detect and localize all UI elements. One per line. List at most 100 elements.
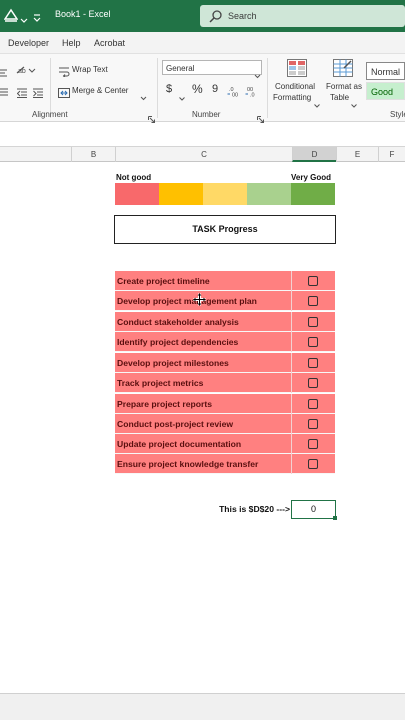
style-normal[interactable]: Normal [366, 62, 405, 80]
task-label: Conduct stakeholder analysis [117, 317, 239, 327]
conditional-formatting-button-line2[interactable]: Formatting [273, 93, 311, 102]
task-checkbox[interactable] [308, 439, 318, 449]
tab-acrobat[interactable]: Acrobat [94, 38, 125, 48]
cell-divider [291, 312, 292, 332]
task-row[interactable]: Develop project management plan [115, 291, 335, 311]
comma-style-button[interactable]: 9 [212, 83, 218, 95]
excel-app-icon[interactable] [3, 7, 19, 28]
merge-center-button[interactable]: Merge & Center [72, 86, 128, 95]
task-checkbox[interactable] [308, 399, 318, 409]
number-group-label: Number [192, 110, 221, 119]
task-checkbox[interactable] [308, 317, 318, 327]
chevron-down-icon [351, 95, 357, 113]
task-row[interactable]: Ensure project knowledge transfer [115, 454, 335, 474]
column-header-d[interactable]: D [292, 147, 336, 162]
merge-dropdown-icon[interactable] [140, 88, 147, 106]
task-row[interactable]: Update project documentation [115, 434, 335, 454]
conditional-formatting-button[interactable]: Conditional [275, 82, 315, 91]
task-checkbox[interactable] [308, 358, 318, 368]
search-icon [209, 9, 223, 28]
window-title: Book1 - Excel [55, 9, 111, 19]
cell-divider [291, 394, 292, 414]
task-row[interactable]: Develop project milestones [115, 353, 335, 373]
tab-help[interactable]: Help [62, 38, 81, 48]
wrap-text-icon[interactable] [58, 64, 70, 82]
cell-divider [291, 271, 292, 291]
number-format-value: General [166, 64, 195, 73]
align-left-icon[interactable] [0, 64, 8, 82]
styles-group-label: Style [390, 110, 405, 119]
customize-quick-access-icon[interactable] [33, 10, 41, 28]
format-as-table-button-line2[interactable]: Table [330, 93, 349, 102]
cell-divider [291, 353, 292, 373]
align-justify-icon[interactable] [0, 85, 8, 103]
merge-center-icon[interactable] [58, 85, 70, 103]
percent-style-button[interactable]: % [192, 82, 203, 96]
svg-text:.0: .0 [250, 93, 255, 98]
search-placeholder: Search [228, 11, 257, 21]
cell-divider [291, 332, 292, 352]
cell-divider [291, 434, 292, 454]
task-checkbox[interactable] [308, 296, 318, 306]
wrap-text-button[interactable]: Wrap Text [72, 65, 108, 74]
task-row[interactable]: Prepare project reports [115, 394, 335, 414]
task-checkbox[interactable] [308, 378, 318, 388]
column-header-e[interactable]: E [336, 147, 378, 162]
move-cursor-icon [193, 293, 206, 311]
search-box[interactable]: Search [200, 5, 405, 27]
task-checkbox[interactable] [308, 419, 318, 429]
formula-reference-label: This is $D$20 ---> [219, 504, 290, 514]
task-row[interactable]: Conduct stakeholder analysis [115, 312, 335, 332]
accounting-dropdown-icon[interactable] [179, 88, 185, 106]
task-label: Identify project dependencies [117, 337, 239, 347]
task-row[interactable]: Conduct post-project review [115, 414, 335, 434]
format-as-table-button[interactable]: Format as [326, 82, 362, 91]
task-checkbox[interactable] [308, 337, 318, 347]
task-label: Prepare project reports [117, 399, 213, 409]
increase-indent-icon[interactable] [33, 85, 43, 103]
task-progress-header[interactable]: TASK Progress [114, 215, 336, 244]
task-checkbox[interactable] [308, 459, 318, 469]
increase-decimal-icon[interactable]: .0 00 [227, 84, 241, 102]
tab-developer[interactable]: Developer [8, 38, 49, 48]
format-as-table-icon[interactable] [333, 59, 353, 82]
alignment-group-label: Alignment [32, 110, 68, 119]
task-row[interactable]: Track project metrics [115, 373, 335, 393]
accounting-format-button[interactable]: $ [166, 83, 172, 95]
task-label: Update project documentation [117, 439, 242, 449]
scale-label-not-good: Not good [116, 173, 152, 182]
task-label: Develop project management plan [117, 296, 257, 306]
style-normal-label: Normal [371, 67, 401, 77]
ribbon-tabs: Developer Help Acrobat [0, 32, 405, 54]
scale-segment-1 [115, 183, 159, 205]
column-header-c[interactable]: C [115, 147, 292, 162]
orientation-icon[interactable]: ab [16, 62, 36, 80]
task-row[interactable]: Create project timeline [115, 271, 335, 291]
number-format-select[interactable]: General [162, 60, 262, 79]
column-header-b[interactable]: B [71, 147, 115, 162]
separator [267, 58, 268, 118]
task-checkbox[interactable] [308, 276, 318, 286]
scale-segment-2 [159, 183, 203, 205]
scale-segment-5 [291, 183, 335, 205]
selected-cell-d20[interactable]: 0 [291, 500, 336, 519]
autosave-dropdown-icon[interactable] [20, 11, 28, 29]
column-headers: B C D E F [0, 146, 405, 162]
scale-segment-4 [247, 183, 291, 205]
fill-handle[interactable] [333, 516, 337, 520]
scale-segment-3 [203, 183, 247, 205]
conditional-formatting-icon[interactable] [287, 59, 307, 82]
decrease-indent-icon[interactable] [16, 85, 27, 103]
task-label: Create project timeline [117, 276, 210, 286]
column-header-f[interactable]: F [378, 147, 405, 162]
task-row[interactable]: Identify project dependencies [115, 332, 335, 352]
sheet-bottom-bar [0, 693, 405, 720]
ribbon: ab Wrap Text Merge & Center Alignment Ge… [0, 54, 405, 123]
svg-text:00: 00 [232, 93, 238, 98]
cell-divider [291, 454, 292, 474]
task-label: Conduct post-project review [117, 419, 234, 429]
chevron-down-icon [254, 66, 261, 84]
task-label: Develop project milestones [117, 358, 229, 368]
style-good[interactable]: Good [366, 82, 405, 100]
decrease-decimal-icon[interactable]: 00.0 [245, 84, 259, 102]
